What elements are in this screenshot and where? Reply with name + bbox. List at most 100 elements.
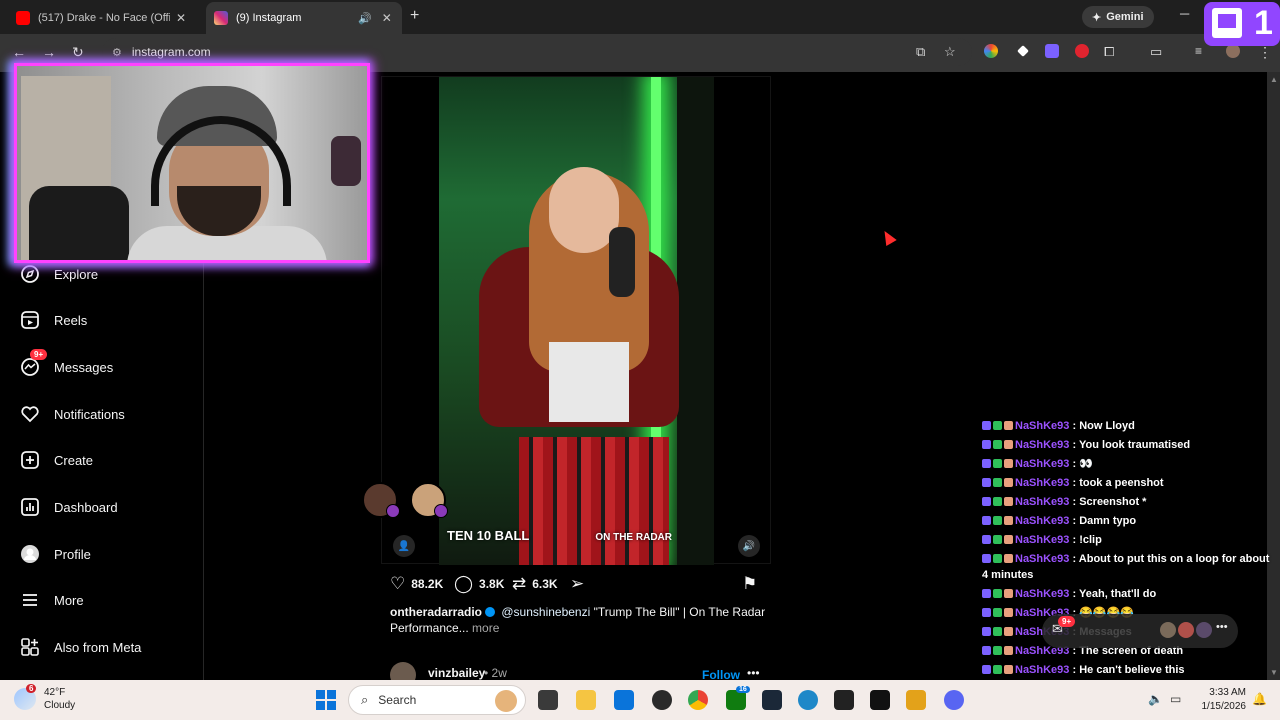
extension-twitch-icon[interactable] [1045, 44, 1059, 58]
ubisoft-icon[interactable] [798, 690, 818, 710]
comment-button[interactable]: ◯ 3.8K [454, 574, 504, 594]
profile-avatar[interactable] [1226, 44, 1240, 58]
sidebar-item-label: More [54, 592, 84, 608]
sidebar-item-dashboard[interactable]: Dashboard [20, 493, 118, 521]
share-button[interactable]: ➢ [570, 574, 584, 594]
extension-diamond-icon[interactable] [1017, 45, 1029, 57]
tagged-users-icon[interactable]: 👤 [393, 535, 415, 557]
browser-menu-icon[interactable]: ⋮ [1258, 44, 1272, 61]
minimize-icon[interactable]: ─ [1180, 6, 1189, 21]
weather-temp: 42°F [44, 687, 66, 698]
notification-bell-icon[interactable]: 🔔 [1252, 692, 1267, 706]
chat-badge-icon [1004, 554, 1013, 563]
avatar[interactable] [1196, 622, 1212, 638]
extensions-puzzle-icon[interactable]: ⧠ [1104, 44, 1114, 60]
sidebar-item-create[interactable]: Create [20, 446, 93, 474]
epic-games-icon[interactable] [870, 690, 890, 710]
sidebar-item-explore[interactable]: Explore [20, 260, 98, 288]
caption-mention[interactable]: @sunshinebenzi [501, 605, 590, 619]
side-panel-icon[interactable]: ▭ [1150, 44, 1162, 60]
chat-badge-icon [982, 421, 991, 430]
store-icon[interactable] [614, 690, 634, 710]
bookmark-star-icon[interactable]: ☆ [944, 44, 956, 60]
rockstar-icon[interactable] [906, 690, 926, 710]
chat-message: NaShKe93 : You look traumatised [982, 436, 1278, 455]
app-icon[interactable] [652, 690, 672, 710]
chat-badge-icon [993, 589, 1002, 598]
volume-icon[interactable]: 🔊 [738, 535, 760, 557]
steam-icon[interactable] [762, 690, 782, 710]
tab-youtube[interactable]: (517) Drake - No Face (Official M ✕ [8, 4, 194, 32]
repost-button[interactable]: ⇄ 6.3K [512, 574, 558, 594]
sidebar-item-also-from-meta[interactable]: Also from Meta [20, 633, 141, 661]
avatar[interactable] [1160, 622, 1176, 638]
chat-badge-icon [993, 497, 1002, 506]
reload-icon[interactable]: ↻ [72, 44, 84, 61]
forward-icon[interactable]: → [42, 44, 56, 60]
next-post-username[interactable]: vinzbailey [428, 666, 485, 680]
task-view-icon[interactable] [538, 690, 558, 710]
floating-mini-bar[interactable]: ✉ 9+ ••• [1042, 614, 1238, 648]
windows-start-icon[interactable] [316, 690, 336, 710]
discord-icon[interactable] [944, 690, 964, 710]
caption-more-link[interactable]: more [472, 621, 499, 635]
avatar[interactable] [1178, 622, 1194, 638]
sidebar-item-label: Create [54, 452, 94, 468]
twitch-chat-overlay: NaShKe93 : Now Lloyd NaShKe93 : You look … [982, 417, 1278, 718]
site-info-icon[interactable]: ⚙ [112, 46, 122, 59]
file-explorer-icon[interactable] [576, 690, 596, 710]
cloudy-weather-icon: 6 [14, 684, 37, 710]
taskbar-clock[interactable]: 3:33 AM 1/15/2026 [1196, 686, 1247, 714]
weather-widget[interactable]: 6 42°F Cloudy [14, 684, 75, 712]
chat-username: NaShKe93 [1015, 664, 1070, 676]
like-button[interactable]: ♡ 88.2K [390, 574, 443, 594]
speaker-icon[interactable]: 🔊 [358, 12, 372, 25]
chat-badge-icon [993, 627, 1002, 636]
chat-badge-icon [993, 535, 1002, 544]
sparkle-icon: ✦ [1092, 11, 1102, 24]
chat-text: : took a peenshot [1072, 477, 1164, 489]
gemini-button[interactable]: ✦ Gemini [1082, 6, 1154, 28]
extension-color-icon[interactable] [984, 44, 998, 58]
close-tab-icon[interactable]: ✕ [176, 11, 186, 25]
sidebar-item-reels[interactable]: Reels [20, 306, 87, 334]
chat-message: NaShKe93 : 👀 [982, 455, 1278, 474]
instagram-icon [214, 11, 228, 25]
scroll-up-icon[interactable]: ▲ [1270, 75, 1278, 84]
chat-username: NaShKe93 [1015, 439, 1070, 451]
chat-badge-icon [1004, 516, 1013, 525]
address-bar[interactable]: ⚙ instagram.com [102, 38, 972, 66]
7zip-icon[interactable] [834, 690, 854, 710]
sidebar-item-notifications[interactable]: Notifications [20, 400, 125, 428]
chat-text: : Yeah, that'll do [1072, 588, 1157, 600]
more-options-icon[interactable]: ••• [1216, 621, 1228, 633]
battery-icon[interactable]: ▭ [1170, 692, 1181, 706]
reel-video-frame[interactable]: TEN 10 BALL ON THE RADAR [439, 77, 714, 565]
taskbar-search[interactable]: ⌕ Search [348, 685, 526, 715]
collab-avatar-2[interactable] [410, 482, 448, 518]
close-tab-icon[interactable]: ✕ [382, 11, 392, 25]
chat-username: NaShKe93 [1015, 496, 1070, 508]
sidebar-item-profile[interactable]: Profile [20, 540, 91, 568]
install-app-icon[interactable]: ⧉ [916, 44, 925, 60]
sidebar-item-messages[interactable]: 9+ Messages [20, 349, 113, 381]
xbox-icon[interactable] [726, 690, 746, 710]
more-options-icon[interactable]: ••• [747, 666, 760, 680]
back-icon[interactable]: ← [12, 44, 26, 60]
save-button[interactable]: ⚑ [742, 574, 757, 594]
windows-taskbar: 6 42°F Cloudy ⌕ Search 16 🔈 ▭ 3:33 AM 1/… [0, 680, 1280, 720]
extension-red-icon[interactable] [1075, 44, 1089, 58]
tab-instagram[interactable]: (9) Instagram 🔊 ✕ [206, 2, 402, 34]
sidebar-item-label: Notifications [54, 406, 125, 422]
collab-avatar-1[interactable] [362, 482, 400, 518]
chat-badge-icon [1004, 646, 1013, 655]
collab-badge-icon [386, 504, 400, 518]
chrome-icon[interactable] [688, 690, 708, 710]
sidebar-item-more[interactable]: More [20, 586, 84, 614]
volume-icon[interactable]: 🔈 [1148, 692, 1163, 706]
caption-username[interactable]: ontheradarradio [390, 605, 482, 619]
new-tab-button[interactable]: + [410, 7, 419, 25]
chat-badge-icon [1004, 478, 1013, 487]
chat-badge-icon [993, 554, 1002, 563]
media-controls-icon[interactable]: ≡ [1195, 44, 1202, 58]
